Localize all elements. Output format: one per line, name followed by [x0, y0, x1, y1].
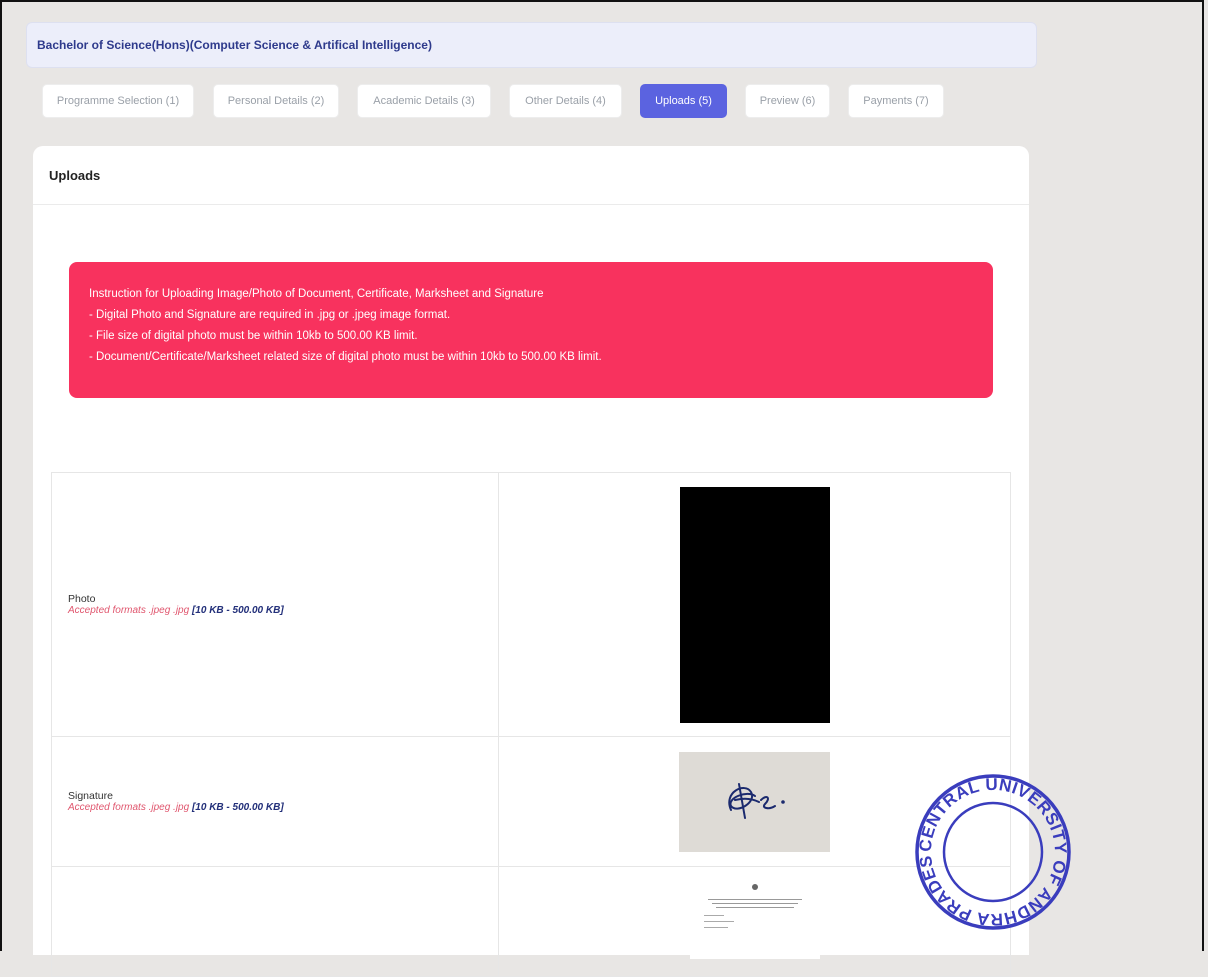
formats-text: Accepted formats .jpeg .jpg: [68, 802, 190, 813]
table-row: [51, 866, 1011, 977]
document-label-cell: [51, 866, 499, 977]
upload-label: Photo: [68, 593, 96, 605]
photo-label-cell: Photo Accepted formats .jpeg .jpg [10 KB…: [51, 472, 499, 737]
alert-line: - Digital Photo and Signature are requir…: [89, 309, 451, 321]
tab-preview[interactable]: Preview (6): [745, 84, 830, 118]
table-row: Photo Accepted formats .jpeg .jpg [10 KB…: [51, 472, 1011, 737]
tab-uploads[interactable]: Uploads (5): [640, 84, 727, 118]
document-preview[interactable]: [689, 879, 820, 959]
alert-line: - Document/Certificate/Marksheet related…: [89, 351, 602, 363]
table-row: Signature Accepted formats .jpeg .jpg [1…: [51, 736, 1011, 867]
university-seal-stamp: CENTRAL UNIVERSITY OF ANDHRA PRADESH ★ A…: [904, 755, 1074, 934]
photo-preview[interactable]: [679, 486, 830, 723]
tab-programme-selection[interactable]: Programme Selection (1): [42, 84, 194, 118]
card-title: Uploads: [33, 146, 1029, 205]
formats-text: Accepted formats .jpeg .jpg: [68, 605, 190, 616]
signature-preview[interactable]: [679, 751, 830, 852]
signature-scribble-icon: [728, 782, 785, 819]
alert-line: Instruction for Uploading Image/Photo of…: [89, 288, 544, 300]
size-range: [10 KB - 500.00 KB]: [191, 802, 284, 813]
document-thumbnail-icon: [703, 884, 802, 928]
size-range: [10 KB - 500.00 KB]: [191, 605, 284, 616]
photo-preview-cell: [498, 472, 1011, 737]
tab-academic-details[interactable]: Academic Details (3): [357, 84, 491, 118]
uploads-card: Uploads Instruction for Uploading Image/…: [33, 146, 1029, 977]
uploads-table: Photo Accepted formats .jpeg .jpg [10 KB…: [51, 472, 1011, 977]
tab-other-details[interactable]: Other Details (4): [509, 84, 622, 118]
programme-title-bar: Bachelor of Science(Hons)(Computer Scien…: [26, 22, 1037, 68]
upload-label: Signature: [68, 790, 113, 802]
upload-instructions-alert: Instruction for Uploading Image/Photo of…: [69, 262, 993, 398]
signature-label-cell: Signature Accepted formats .jpeg .jpg [1…: [51, 736, 499, 867]
tab-payments[interactable]: Payments (7): [848, 84, 944, 118]
accepted-formats: Accepted formats .jpeg .jpg [10 KB - 500…: [68, 605, 498, 616]
alert-line: - File size of digital photo must be wit…: [89, 330, 418, 342]
tab-personal-details[interactable]: Personal Details (2): [213, 84, 339, 118]
seal-icon: CENTRAL UNIVERSITY OF ANDHRA PRADESH ★ A…: [904, 755, 1071, 930]
accepted-formats: Accepted formats .jpeg .jpg [10 KB - 500…: [68, 802, 498, 813]
